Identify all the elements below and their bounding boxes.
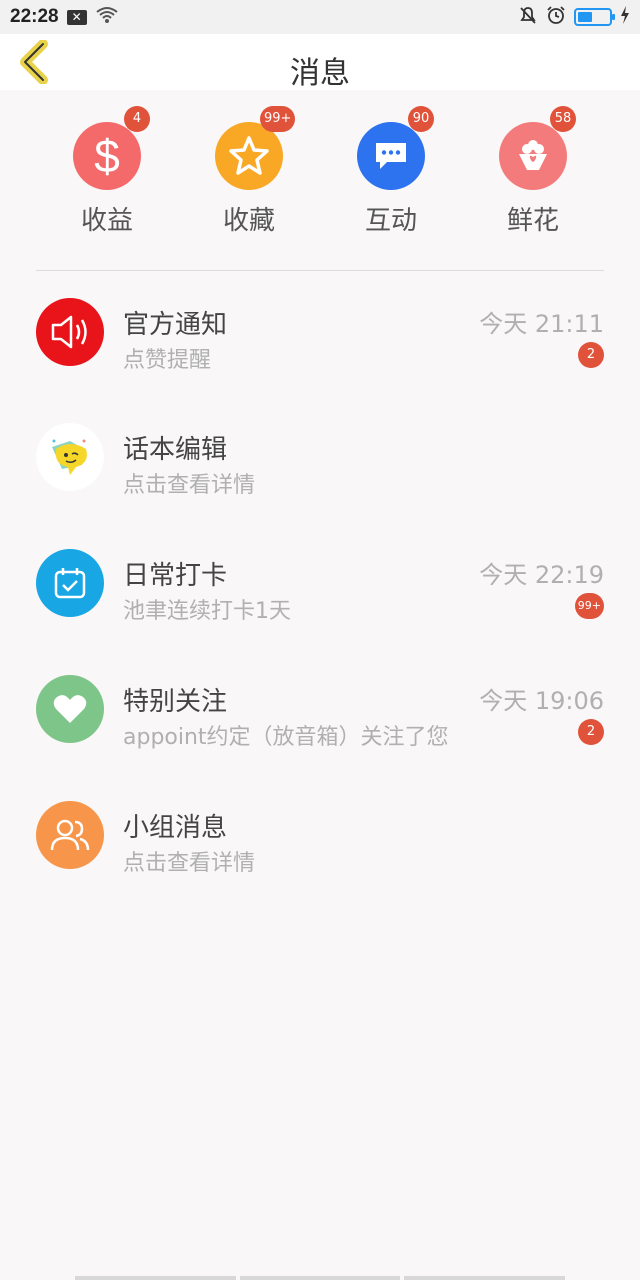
category-earnings[interactable]: $ 4 收益 bbox=[52, 100, 162, 240]
category-favorites[interactable]: 99+ 收藏 bbox=[194, 100, 304, 240]
message-title: 话本编辑 bbox=[123, 435, 228, 465]
dollar-icon: $ bbox=[73, 122, 141, 190]
category-interactions[interactable]: 90 互动 bbox=[336, 100, 446, 240]
unread-badge: 99+ bbox=[574, 593, 604, 619]
category-badge: 58 bbox=[550, 106, 576, 132]
header: 消息 bbox=[0, 34, 640, 91]
charging-icon bbox=[620, 6, 630, 28]
bell-muted-icon bbox=[518, 5, 538, 29]
message-title: 日常打卡 bbox=[123, 561, 228, 591]
message-subtitle: 点击查看详情 bbox=[123, 851, 256, 876]
category-badge: 90 bbox=[408, 106, 434, 132]
calendar-check-icon bbox=[36, 549, 104, 617]
star-icon bbox=[215, 122, 283, 190]
message-item-group[interactable]: 小组消息 点击查看详情 bbox=[0, 775, 640, 895]
message-time: 今天 19:06 bbox=[479, 687, 604, 715]
message-title: 小组消息 bbox=[123, 813, 228, 843]
editor-avatar-icon bbox=[36, 423, 104, 491]
message-title: 特别关注 bbox=[123, 687, 228, 717]
message-time: 今天 22:19 bbox=[479, 561, 604, 589]
category-label: 鲜花 bbox=[506, 206, 559, 236]
message-subtitle: 池聿连续打卡1天 bbox=[123, 599, 291, 624]
category-row: $ 4 收益 99+ 收藏 90 互动 58 鲜花 bbox=[0, 100, 640, 250]
message-subtitle: 点击查看详情 bbox=[123, 473, 256, 498]
category-label: 收益 bbox=[80, 206, 133, 236]
message-subtitle: appoint约定（放音箱）关注了您 bbox=[123, 725, 449, 750]
bottom-indicator bbox=[75, 1276, 566, 1280]
message-time: 今天 21:11 bbox=[479, 310, 604, 338]
group-users-icon bbox=[36, 801, 104, 869]
heart-icon bbox=[36, 675, 104, 743]
chat-bubble-icon bbox=[357, 122, 425, 190]
category-label: 互动 bbox=[364, 206, 417, 236]
message-item-editor[interactable]: 话本编辑 点击查看详情 bbox=[0, 397, 640, 517]
message-subtitle: 点赞提醒 bbox=[123, 348, 212, 373]
category-badge: 4 bbox=[124, 106, 150, 132]
message-title: 官方通知 bbox=[123, 310, 228, 340]
battery-icon bbox=[574, 8, 615, 26]
close-box-icon: ✕ bbox=[66, 9, 87, 25]
message-item-special-follow[interactable]: 特别关注 appoint约定（放音箱）关注了您 今天 19:06 2 bbox=[0, 649, 640, 769]
alarm-icon bbox=[546, 5, 566, 29]
unread-badge: 2 bbox=[578, 342, 604, 368]
unread-badge: 2 bbox=[578, 719, 604, 745]
page-title: 消息 bbox=[290, 56, 350, 91]
divider bbox=[36, 270, 604, 271]
message-item-official-notice[interactable]: 官方通知 点赞提醒 今天 21:11 2 bbox=[0, 272, 640, 392]
message-item-daily-checkin[interactable]: 日常打卡 池聿连续打卡1天 今天 22:19 99+ bbox=[0, 523, 640, 643]
wifi-icon bbox=[95, 6, 119, 28]
status-time: 22:28 bbox=[10, 6, 59, 27]
status-bar: 22:28 ✕ bbox=[0, 0, 640, 34]
flower-bouquet-icon bbox=[499, 122, 567, 190]
category-flowers[interactable]: 58 鲜花 bbox=[478, 100, 588, 240]
category-label: 收藏 bbox=[222, 206, 275, 236]
category-badge: 99+ bbox=[260, 106, 296, 132]
speaker-icon bbox=[36, 298, 104, 366]
